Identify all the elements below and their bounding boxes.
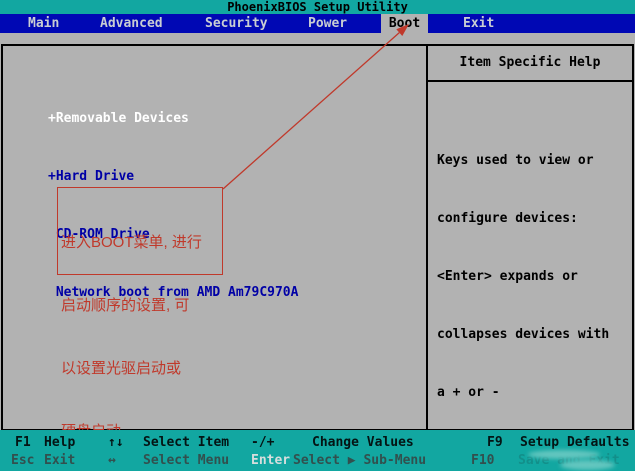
tab-main[interactable]: Main xyxy=(28,14,59,33)
legend-key-f9: F9 xyxy=(487,435,503,451)
title-bar: PhoenixBIOS Setup Utility xyxy=(0,0,635,14)
smudge-blob xyxy=(528,450,600,459)
legend-key-f10: F10 xyxy=(471,453,494,469)
annotation-line: 启动顺序的设置, 可 xyxy=(61,295,222,316)
bios-setup-screen: PhoenixBIOS Setup Utility Main Advanced … xyxy=(0,0,635,471)
annotation-line: 进入BOOT菜单, 进行 xyxy=(61,232,222,253)
legend-label-exit: Exit xyxy=(44,453,75,469)
help-line: a + or - xyxy=(437,383,629,402)
tab-power[interactable]: Power xyxy=(308,14,347,33)
legend-label-setup-defaults: Setup Defaults xyxy=(520,435,630,451)
legend-label-change-values: Change Values xyxy=(312,435,414,451)
legend-label-select-submenu: Select ▶ Sub-Menu xyxy=(293,453,426,469)
help-line: collapses devices with xyxy=(437,325,629,344)
tab-security[interactable]: Security xyxy=(205,14,268,33)
app-title: PhoenixBIOS Setup Utility xyxy=(227,0,408,14)
legend-key-leftright-icon: ↔ xyxy=(108,453,116,469)
legend-key-updown-icon: ↑↓ xyxy=(108,435,124,451)
panel-divider xyxy=(426,46,428,429)
help-panel-text: Keys used to view or configure devices: … xyxy=(437,112,629,471)
legend-key-enter: Enter xyxy=(251,453,290,469)
key-legend-bar: F1 Help ↑↓ Select Item -/+ Change Values… xyxy=(0,430,635,471)
smudge-blob xyxy=(560,460,615,470)
tab-boot[interactable]: Boot xyxy=(381,14,428,33)
tab-exit[interactable]: Exit xyxy=(463,14,494,33)
legend-label-help: Help xyxy=(44,435,75,451)
legend-key-minus-plus: -/+ xyxy=(251,435,274,451)
legend-label-select-item: Select Item xyxy=(143,435,229,451)
legend-key-esc: Esc xyxy=(11,453,34,469)
legend-key-f1: F1 xyxy=(15,435,31,451)
help-line: configure devices: xyxy=(437,209,629,228)
tab-advanced[interactable]: Advanced xyxy=(100,14,163,33)
legend-label-select-menu: Select Menu xyxy=(143,453,229,469)
annotation-note-box: 进入BOOT菜单, 进行 启动顺序的设置, 可 以设置光驱启动或 硬盘启动. xyxy=(57,187,223,275)
boot-item-removable-devices[interactable]: +Removable Devices xyxy=(48,109,298,128)
help-line: Keys used to view or xyxy=(437,151,629,170)
help-panel-title: Item Specific Help xyxy=(428,46,632,82)
help-title-text: Item Specific Help xyxy=(460,55,601,70)
boot-item-hard-drive[interactable]: +Hard Drive xyxy=(48,167,298,186)
help-line: <Enter> expands or xyxy=(437,267,629,286)
annotation-line: 以设置光驱启动或 xyxy=(61,358,222,379)
menu-bar: Main Advanced Security Power Boot Exit xyxy=(0,14,635,33)
